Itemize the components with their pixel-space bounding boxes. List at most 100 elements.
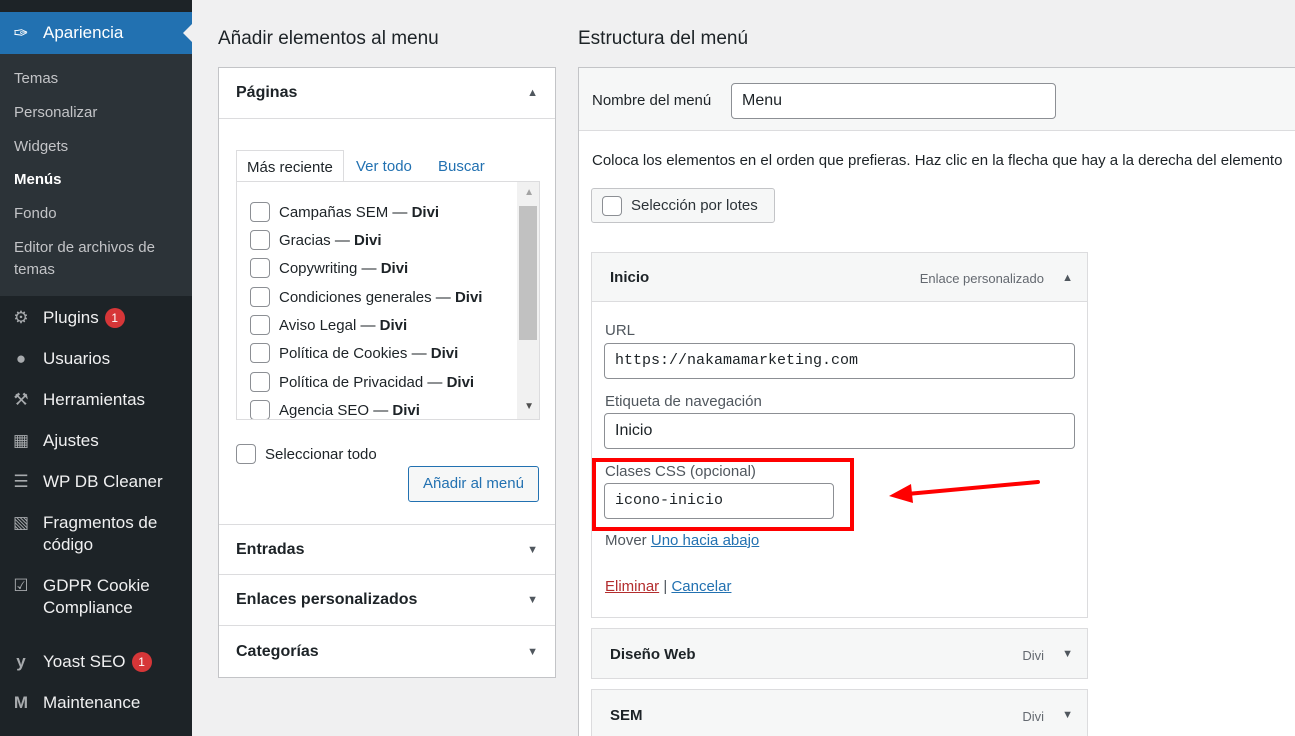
menu-item-type: Divi [1022,709,1044,724]
caret-up-icon[interactable]: ▲ [1062,272,1073,284]
menu-item-sem[interactable]: SEM Divi ▼ [591,689,1088,736]
list-item[interactable]: Aviso Legal — Divi [250,314,407,336]
scroll-up-arrow-icon[interactable]: ▲ [524,187,534,198]
submenu-editor-line1: Editor de archivos de [14,239,155,256]
sidebar-item-fragmentos[interactable]: ▧ Fragmentos de código [0,512,192,556]
sidebar-item-label: Apariencia [43,23,124,42]
update-count-badge: 1 [131,652,152,672]
accordion-title: Categorías [236,642,319,660]
sidebar-item-maintenance[interactable]: M Maintenance [0,692,192,714]
caret-down-icon[interactable]: ▼ [1062,709,1073,721]
sidebar-item-herramientas[interactable]: ⚒ Herramientas [0,389,192,411]
list-item[interactable]: Condiciones generales — Divi [250,286,482,308]
sidebar-item-wp-db-cleaner[interactable]: ☰ WP DB Cleaner [0,471,192,493]
accordion-pages[interactable]: Páginas ▲ [219,68,555,119]
list-item[interactable]: Campañas SEM — Divi [250,201,439,223]
page-tag: Divi [430,344,459,362]
checkbox[interactable] [250,372,270,392]
wrench-icon: ⚒ [13,390,29,409]
menu-item-title[interactable]: Inicio [610,269,649,286]
bulk-select-toggle[interactable]: Selección por lotes [591,188,775,223]
sidebar-item-label: Plugins [43,308,99,327]
sidebar-submenu-apariencia: Temas Personalizar Widgets Menús Fondo E… [0,54,192,296]
menu-item-inicio: Inicio Enlace personalizado ▲ URL https:… [591,252,1088,618]
caret-down-icon[interactable]: ▼ [1062,648,1073,660]
sidebar-item-yoast[interactable]: y Yoast SEO 1 [0,651,192,673]
submenu-menus[interactable]: Menús [14,169,62,191]
move-down-link[interactable]: Uno hacia abajo [651,532,759,549]
checkbox[interactable] [250,258,270,278]
menu-structure-heading: Estructura del menú [578,28,749,49]
sidebar-item-ajustes[interactable]: ▦ Ajustes [0,430,192,452]
sidebar-item-label-line2: código [43,535,94,554]
submenu-widgets[interactable]: Widgets [14,136,68,158]
caret-down-icon: ▼ [527,645,538,658]
sidebar-item-label: WP DB Cleaner [43,472,163,491]
sidebar-item-plugins[interactable]: ⚙ Plugins 1 [0,307,192,329]
cancel-link[interactable]: Cancelar [671,578,731,595]
select-all-checkbox[interactable]: Seleccionar todo [236,444,377,464]
page-sep: — [423,373,447,391]
page-name: Agencia SEO [279,401,370,419]
page-name: Condiciones generales [279,288,432,306]
list-item[interactable]: Copywriting — Divi [250,257,408,279]
delete-link[interactable]: Eliminar [605,578,659,595]
sidebar-item-usuarios[interactable]: ● Usuarios [0,348,192,370]
menu-item-type: Enlace personalizado [919,271,1044,286]
menu-name-input[interactable]: Menu [731,83,1056,119]
sidebar-item-apariencia[interactable]: ✑ Apariencia [0,12,192,54]
checkbox[interactable] [236,444,256,464]
menu-name-label: Nombre del menú [592,92,712,109]
checkbox[interactable] [602,195,622,216]
page-tag: Divi [446,373,475,391]
list-item[interactable]: Gracias — Divi [250,229,382,251]
checkbox[interactable] [250,230,270,250]
submenu-temas[interactable]: Temas [14,68,58,90]
sidebar-item-gdpr[interactable]: ☑ GDPR Cookie Compliance [0,575,192,619]
sidebar-item-label: Usuarios [43,349,111,368]
code-snippet-icon: ▧ [12,513,30,532]
accordion-enlaces-personalizados[interactable]: Enlaces personalizados ▼ [219,575,555,626]
page-name: Campañas SEM [279,203,389,221]
page-tag: Divi [379,316,408,334]
menu-item-type: Divi [1022,648,1044,663]
caret-down-icon: ▼ [527,543,538,556]
submenu-personalizar[interactable]: Personalizar [14,102,97,124]
sidebar-item-label: Fragmentos de [43,513,158,532]
list-item[interactable]: Política de Privacidad — Divi [250,371,474,393]
checkbox[interactable] [250,287,270,307]
scroll-down-arrow-icon[interactable]: ▼ [524,401,534,412]
menu-item-diseno-web[interactable]: Diseño Web Divi ▼ [591,628,1088,679]
url-input[interactable]: https://nakamamarketing.com [604,343,1075,379]
add-to-menu-button[interactable]: Añadir al menú [408,466,539,502]
action-separator: | [663,578,668,595]
select-all-label: Seleccionar todo [265,445,377,463]
nav-label-input[interactable]: Inicio [604,413,1075,449]
checkmark-icon: ☑ [13,576,29,595]
database-icon: ☰ [13,472,29,491]
accordion-categorias[interactable]: Categorías ▼ [219,626,555,677]
accordion-entradas[interactable]: Entradas ▼ [219,524,555,575]
sidebar-item-label-line2: Compliance [43,598,133,617]
scrollbar-thumb[interactable] [519,206,537,340]
submenu-editor-archivos[interactable]: Editor de archivos de temas [14,237,155,281]
list-item[interactable]: Agencia SEO — Divi [250,399,420,419]
yoast-icon: y [16,652,26,671]
item-actions: Eliminar | Cancelar [605,578,731,595]
page-sep: — [407,344,431,362]
submenu-fondo[interactable]: Fondo [14,203,57,225]
menu-item-title: Diseño Web [610,646,696,663]
sidebar-item-label: Ajustes [43,431,99,450]
scrollbar[interactable]: ▲ ▼ [517,182,539,419]
caret-down-icon: ▼ [527,594,538,606]
checkbox[interactable] [250,400,270,419]
page-sep: — [330,231,355,249]
checkbox[interactable] [250,202,270,222]
nav-label-label: Etiqueta de navegación [605,393,762,410]
page-name: Gracias [279,231,331,249]
accordion-title: Enlaces personalizados [236,591,418,608]
list-item[interactable]: Política de Cookies — Divi [250,342,458,364]
checkbox[interactable] [250,343,270,363]
page-name: Copywriting [279,259,358,277]
checkbox[interactable] [250,315,270,335]
